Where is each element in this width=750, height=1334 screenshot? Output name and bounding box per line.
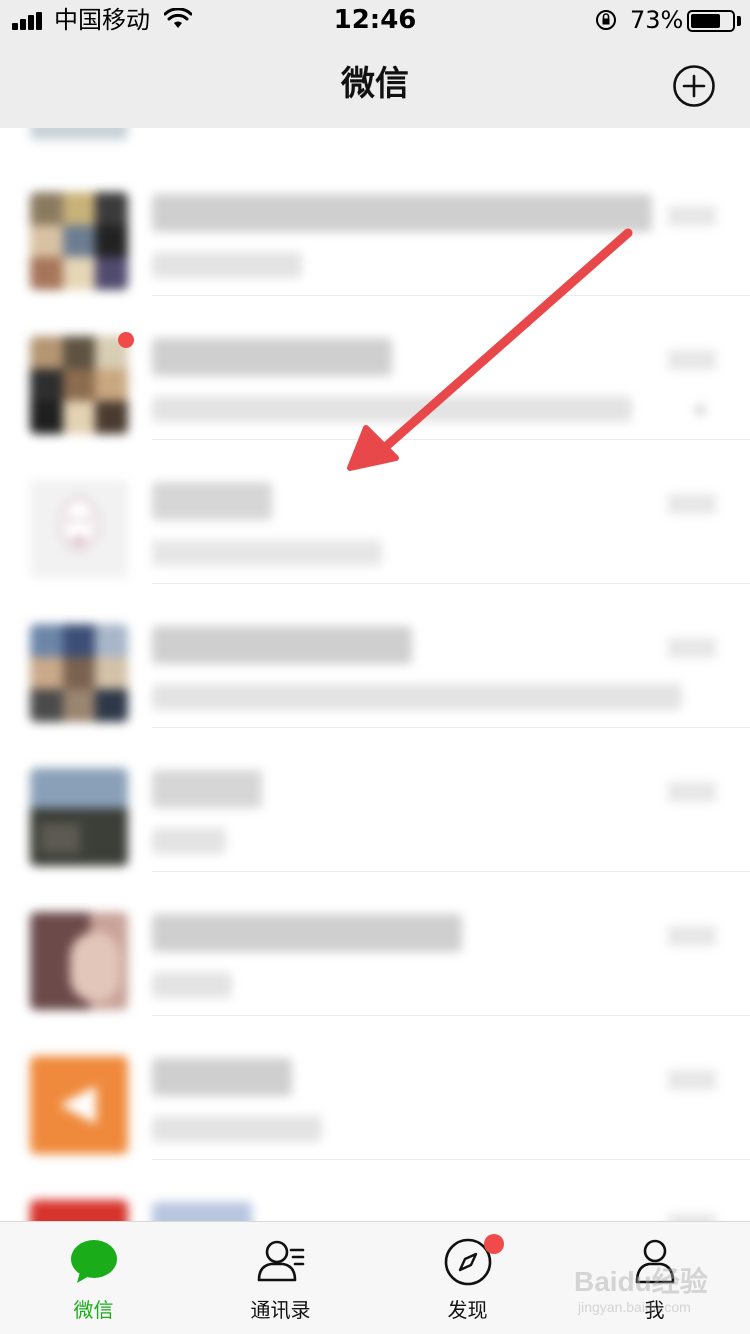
chat-time-redacted bbox=[668, 206, 716, 226]
list-item[interactable] bbox=[0, 440, 750, 584]
list-item[interactable] bbox=[0, 1016, 750, 1160]
chat-bubble-icon bbox=[70, 1240, 117, 1283]
nav-bar: 微信 bbox=[0, 40, 750, 128]
watermark: Baidu经验 jingyan.baidu.com bbox=[574, 1262, 734, 1322]
contacts-icon bbox=[257, 1240, 304, 1282]
chat-preview-redacted bbox=[152, 1116, 322, 1142]
chat-time-redacted bbox=[668, 350, 716, 370]
battery-level bbox=[691, 14, 720, 28]
chat-preview-redacted bbox=[152, 540, 382, 566]
list-item[interactable] bbox=[0, 1160, 750, 1221]
status-bar: 中国移动 12:46 73% bbox=[0, 0, 750, 40]
chat-time-redacted bbox=[668, 782, 716, 802]
watermark-sub: jingyan.baidu.com bbox=[578, 1299, 691, 1315]
chat-name-redacted bbox=[152, 1058, 292, 1096]
chat-list[interactable] bbox=[0, 128, 750, 1221]
chat-time-redacted bbox=[668, 1214, 716, 1221]
list-item[interactable] bbox=[0, 584, 750, 728]
tab-discover[interactable]: 发现 bbox=[374, 1222, 561, 1334]
avatar bbox=[30, 624, 128, 722]
avatar bbox=[30, 912, 128, 1010]
chat-name-redacted bbox=[152, 1202, 252, 1221]
chat-preview-redacted bbox=[152, 828, 226, 854]
list-item[interactable] bbox=[0, 728, 750, 872]
chat-preview-redacted bbox=[152, 396, 632, 422]
chat-name-redacted bbox=[152, 770, 262, 808]
chat-preview-redacted bbox=[152, 252, 302, 278]
chat-time-redacted bbox=[668, 926, 716, 946]
chat-name-redacted bbox=[152, 914, 462, 952]
list-item[interactable] bbox=[0, 296, 750, 440]
list-item[interactable] bbox=[0, 152, 750, 296]
chat-name-redacted bbox=[152, 338, 392, 376]
chat-time-redacted bbox=[668, 1070, 716, 1090]
chat-name-redacted bbox=[152, 482, 272, 520]
avatar bbox=[30, 480, 128, 578]
list-item[interactable] bbox=[0, 872, 750, 1016]
battery-tip bbox=[737, 16, 741, 26]
rotation-lock-icon bbox=[596, 10, 616, 30]
plus-circle-icon[interactable] bbox=[672, 64, 716, 108]
page-title: 微信 bbox=[341, 64, 409, 104]
avatar bbox=[30, 192, 128, 290]
tab-chats[interactable]: 微信 bbox=[0, 1222, 187, 1334]
battery-percent: 73% bbox=[630, 6, 684, 34]
list-item-partial[interactable] bbox=[0, 128, 750, 152]
discover-badge-dot bbox=[484, 1234, 504, 1254]
chat-preview-redacted bbox=[152, 684, 682, 710]
avatar bbox=[30, 1056, 128, 1154]
tab-label: 通讯录 bbox=[250, 1298, 311, 1322]
tab-label: 微信 bbox=[73, 1298, 114, 1322]
mute-icon bbox=[695, 403, 704, 417]
avatar bbox=[30, 1200, 128, 1221]
chat-time-redacted bbox=[668, 638, 716, 658]
watermark-text: Baidu经验 bbox=[574, 1266, 708, 1297]
chat-preview-redacted bbox=[152, 972, 232, 998]
tab-label: 发现 bbox=[447, 1298, 488, 1322]
avatar bbox=[30, 128, 128, 140]
chat-time-redacted bbox=[668, 494, 716, 514]
battery-icon bbox=[687, 10, 735, 32]
unread-dot bbox=[118, 332, 134, 348]
chat-name-redacted bbox=[152, 626, 412, 664]
chat-name-redacted bbox=[152, 194, 652, 232]
avatar bbox=[30, 768, 128, 866]
tab-contacts[interactable]: 通讯录 bbox=[187, 1222, 374, 1334]
avatar bbox=[30, 336, 128, 434]
